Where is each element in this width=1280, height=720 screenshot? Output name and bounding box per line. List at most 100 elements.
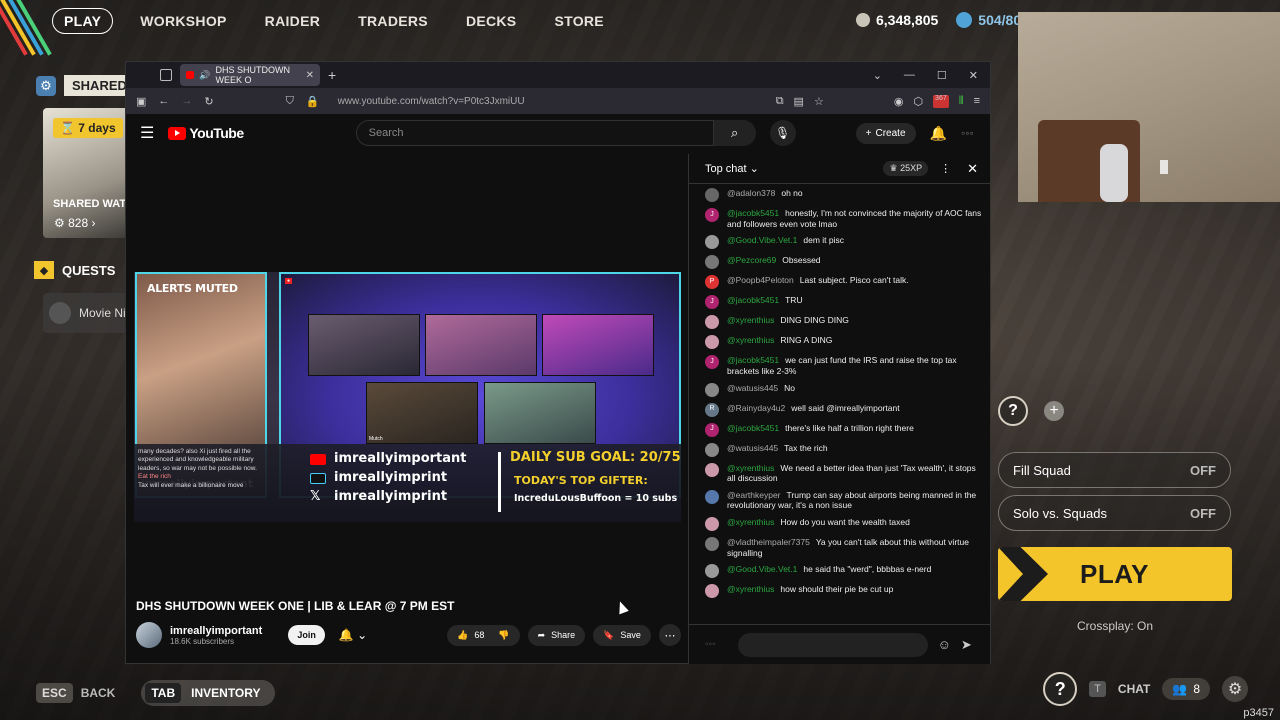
xp-badge[interactable]: ♛ 25XP bbox=[883, 161, 929, 176]
chat-avatar[interactable] bbox=[705, 489, 719, 504]
chat-avatar[interactable] bbox=[705, 315, 719, 330]
speaker-icon[interactable]: 🔊 bbox=[199, 70, 210, 81]
chat-author[interactable]: @jacobk5451 bbox=[727, 208, 779, 218]
chat-author[interactable]: @vladtheimpaler7375 bbox=[727, 537, 810, 547]
emoji-icon[interactable]: ☺ bbox=[938, 637, 951, 652]
chat-author[interactable]: @earthkeyper bbox=[727, 490, 781, 500]
chat-avatar[interactable]: J bbox=[705, 208, 719, 222]
chat-avatar[interactable] bbox=[705, 255, 719, 270]
maximize-icon[interactable]: ☐ bbox=[937, 69, 947, 82]
minimize-icon[interactable]: — bbox=[904, 69, 915, 82]
chat-avatar[interactable] bbox=[705, 235, 719, 250]
fill-squad-toggle[interactable]: Fill Squad OFF bbox=[998, 452, 1231, 488]
chat-avatar[interactable] bbox=[705, 335, 719, 350]
sidebar-icon[interactable]: ▣ bbox=[136, 95, 146, 108]
chat-author[interactable]: @adalon378 bbox=[727, 188, 775, 198]
chat-key[interactable]: T bbox=[1089, 681, 1106, 697]
video-player[interactable]: ALERTS MUTED imreallyimportant ● Mutch m… bbox=[134, 212, 681, 522]
share-button[interactable]: ➦ Share bbox=[527, 624, 586, 646]
chat-author[interactable]: @xyrenthius bbox=[727, 517, 774, 527]
bookmark-star-icon[interactable]: ☆ bbox=[814, 95, 824, 108]
chat-avatar[interactable] bbox=[705, 382, 719, 397]
quest-card-movie[interactable]: Movie Ni bbox=[43, 293, 133, 333]
settings-gear-icon[interactable]: ⚙ bbox=[1222, 676, 1248, 702]
chat-avatar[interactable]: J bbox=[705, 355, 719, 370]
back-icon[interactable]: ← bbox=[158, 95, 169, 107]
screenshot-icon[interactable]: ⧉ bbox=[776, 95, 784, 108]
chat-avatar[interactable]: R bbox=[705, 402, 719, 417]
chat-avatar[interactable] bbox=[705, 584, 719, 599]
extension-bars-icon[interactable]: ⦀ bbox=[959, 95, 964, 108]
create-button[interactable]: + Create bbox=[855, 122, 916, 144]
browser-tab[interactable]: 🔊 DHS SHUTDOWN WEEK O ✕ bbox=[180, 64, 320, 86]
notifications-bell-icon[interactable]: 🔔 bbox=[930, 125, 947, 142]
chat-author[interactable]: @Rainyday4u2 bbox=[727, 403, 785, 413]
account-icon[interactable]: ◉ bbox=[894, 95, 904, 108]
chat-author[interactable]: @xyrenthius bbox=[727, 463, 774, 473]
chat-author[interactable]: @Good.Vibe.Vet.1 bbox=[727, 235, 797, 245]
esc-key[interactable]: ESC bbox=[36, 683, 73, 703]
chat-close-icon[interactable]: ✕ bbox=[967, 161, 978, 177]
extensions-icon[interactable]: ⬡ bbox=[913, 95, 923, 108]
search-icon[interactable]: ⌕ bbox=[713, 120, 756, 146]
voice-search-icon[interactable]: 🎙 bbox=[769, 120, 796, 146]
tab-list-icon[interactable]: ⌄ bbox=[873, 69, 882, 82]
chat-author[interactable]: @xyrenthius bbox=[727, 315, 774, 325]
extension-badge[interactable]: 367 bbox=[933, 94, 949, 108]
save-button[interactable]: 🔖 Save bbox=[593, 624, 651, 646]
lock-icon[interactable]: 🔒 bbox=[306, 95, 320, 108]
chat-author[interactable]: @Poopb4Peloton bbox=[727, 275, 794, 285]
chat-avatar[interactable] bbox=[705, 188, 719, 202]
chat-author[interactable]: @xyrenthius bbox=[727, 584, 774, 594]
join-button[interactable]: Join bbox=[288, 625, 325, 645]
inventory-button[interactable]: TAB INVENTORY bbox=[141, 680, 275, 706]
nav-traders[interactable]: TRADERS bbox=[358, 13, 428, 29]
friends-button[interactable]: 👥 8 bbox=[1162, 678, 1210, 700]
chat-label[interactable]: CHAT bbox=[1118, 682, 1150, 696]
tab-overview-icon[interactable] bbox=[160, 69, 172, 81]
youtube-logo[interactable]: YouTube bbox=[168, 125, 244, 141]
chat-avatar[interactable] bbox=[705, 564, 719, 579]
chat-author[interactable]: @jacobk5451 bbox=[727, 423, 779, 433]
play-button[interactable]: PLAY bbox=[998, 547, 1232, 601]
subscribed-bell-icon[interactable]: 🔔 ⌄ bbox=[339, 628, 367, 642]
hamburger-menu-icon[interactable]: ☰ bbox=[140, 123, 154, 143]
chat-avatar[interactable]: P bbox=[705, 275, 719, 290]
chat-author[interactable]: @watusis445 bbox=[727, 383, 778, 393]
squad-member-icon[interactable]: ? bbox=[998, 396, 1028, 426]
add-member-icon[interactable]: + bbox=[1044, 401, 1064, 421]
thumbs-down-icon[interactable]: 👎 bbox=[498, 630, 509, 641]
send-icon[interactable]: ➤ bbox=[961, 637, 972, 653]
like-button[interactable]: 👍 68 👎 bbox=[447, 624, 520, 646]
nav-play[interactable]: PLAY bbox=[52, 8, 114, 34]
chat-avatar[interactable] bbox=[705, 462, 719, 477]
top-chat-dropdown[interactable]: Top chat ⌄ bbox=[705, 162, 759, 175]
new-tab-icon[interactable]: + bbox=[328, 67, 336, 83]
channel-avatar[interactable] bbox=[136, 622, 162, 648]
chat-avatar[interactable]: J bbox=[705, 422, 719, 437]
chat-avatar[interactable]: J bbox=[705, 295, 719, 310]
chat-avatar[interactable] bbox=[705, 517, 719, 531]
reload-icon[interactable]: ↻ bbox=[204, 95, 213, 108]
solo-vs-squads-toggle[interactable]: Solo vs. Squads OFF bbox=[998, 495, 1231, 531]
url-field[interactable]: www.youtube.com/watch?v=P0tc3JxmiUU bbox=[338, 96, 525, 107]
reader-icon[interactable]: ▤ bbox=[794, 95, 804, 108]
forward-icon[interactable]: → bbox=[181, 95, 192, 107]
chat-author[interactable]: @xyrenthius bbox=[727, 335, 774, 345]
search-input[interactable]: Search bbox=[355, 120, 714, 146]
chat-author[interactable]: @Pezcore69 bbox=[727, 255, 776, 265]
nav-store[interactable]: STORE bbox=[554, 13, 603, 29]
back-label[interactable]: BACK bbox=[81, 686, 116, 700]
chat-author[interactable]: @jacobk5451 bbox=[727, 295, 779, 305]
menu-icon[interactable]: ≡ bbox=[974, 95, 980, 108]
chat-avatar[interactable] bbox=[705, 537, 719, 551]
nav-raider[interactable]: RAIDER bbox=[265, 13, 320, 29]
shield-icon[interactable]: ⛉ bbox=[286, 95, 294, 108]
mystery-avatar-icon[interactable]: ? bbox=[1043, 672, 1078, 706]
chat-author[interactable]: @jacobk5451 bbox=[727, 355, 779, 365]
nav-decks[interactable]: DECKS bbox=[466, 13, 517, 29]
tab-close-icon[interactable]: ✕ bbox=[306, 70, 314, 81]
chat-author[interactable]: @Good.Vibe.Vet.1 bbox=[727, 564, 797, 574]
nav-workshop[interactable]: WORKSHOP bbox=[140, 13, 226, 29]
chat-author[interactable]: @watusis445 bbox=[727, 443, 778, 453]
